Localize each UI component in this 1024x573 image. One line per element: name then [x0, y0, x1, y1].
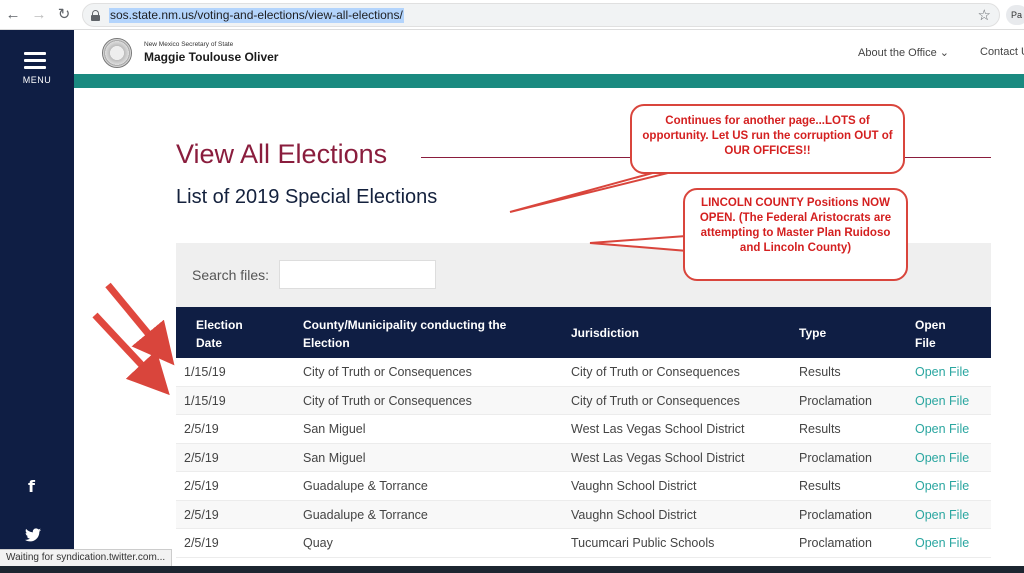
cell-type: Proclamation [799, 536, 872, 550]
header-election-date[interactable]: Election Date [196, 316, 266, 352]
table-row: 2/5/19 Guadalupe & Torrance Vaughn Schoo… [176, 472, 991, 501]
hamburger-icon[interactable] [24, 52, 46, 73]
cell-date: 2/5/19 [184, 479, 219, 493]
open-file-link[interactable]: Open File [915, 536, 969, 550]
nav-contact[interactable]: Contact U [980, 46, 1024, 58]
bookmark-star-icon[interactable]: ☆ [978, 6, 991, 24]
arrow-row-1 [105, 282, 175, 366]
cell-type: Results [799, 365, 841, 379]
cell-date: 1/15/19 [184, 393, 226, 408]
cell-county: City of Truth or Consequences [303, 393, 472, 408]
header-open-file[interactable]: Open File [915, 316, 965, 352]
open-file-link[interactable]: Open File [915, 479, 969, 493]
cell-jurisdiction: Tucumcari Public Schools [571, 536, 715, 550]
address-bar[interactable]: sos.state.nm.us/voting-and-elections/vie… [82, 3, 1000, 27]
office-holder-name[interactable]: Maggie Toulouse Oliver [144, 50, 278, 64]
cell-county: City of Truth or Consequences [303, 365, 472, 379]
header-jurisdiction[interactable]: Jurisdiction [571, 324, 639, 342]
lock-icon [91, 10, 100, 21]
state-seal-logo[interactable] [102, 38, 132, 68]
cell-jurisdiction: Vaughn School District [571, 479, 697, 493]
side-menu-bar: MENU f [0, 30, 74, 573]
annotation-callout-1: Continues for another page...LOTS of opp… [630, 104, 905, 174]
header-accent-band [74, 74, 1024, 88]
header-county[interactable]: County/Municipality conducting the Elect… [303, 316, 543, 352]
cell-date: 2/5/19 [184, 536, 219, 550]
open-file-link[interactable]: Open File [915, 365, 969, 379]
cell-date: 2/5/19 [184, 422, 219, 436]
search-files-input[interactable] [279, 260, 436, 289]
cell-date: 1/15/19 [184, 365, 226, 379]
cell-county: Quay [303, 536, 333, 550]
cell-type: Proclamation [799, 393, 872, 408]
twitter-icon[interactable] [25, 528, 41, 542]
cell-type: Results [799, 422, 841, 436]
cell-type: Results [799, 479, 841, 493]
page-title: View All Elections [176, 139, 388, 169]
cell-jurisdiction: City of Truth or Consequences [571, 365, 740, 379]
cell-date: 2/5/19 [184, 507, 219, 522]
table-row: 2/5/19 San Miguel West Las Vegas School … [176, 415, 991, 444]
open-file-link[interactable]: Open File [915, 451, 969, 465]
table-row: 1/15/19 City of Truth or Consequences Ci… [176, 358, 991, 387]
cell-date: 2/5/19 [184, 450, 219, 465]
table-row: 2/5/19 San Miguel West Las Vegas School … [176, 443, 991, 472]
cell-jurisdiction: City of Truth or Consequences [571, 393, 740, 408]
site-header: New Mexico Secretary of State Maggie Tou… [74, 30, 1024, 74]
open-file-link[interactable]: Open File [915, 394, 969, 408]
os-taskbar [0, 566, 1024, 573]
browser-status-bar: Waiting for syndication.twitter.com... [0, 549, 173, 567]
browser-toolbar: ← → ↻ sos.state.nm.us/voting-and-electio… [0, 0, 1024, 30]
cell-jurisdiction: Vaughn School District [571, 507, 697, 522]
table-header: Election Date County/Municipality conduc… [176, 307, 991, 358]
office-title-small: New Mexico Secretary of State [144, 41, 234, 48]
cell-county: Guadalupe & Torrance [303, 479, 428, 493]
table-row: 1/15/19 City of Truth or Consequences Ci… [176, 386, 991, 415]
forward-icon[interactable]: → [30, 6, 48, 24]
cell-type: Proclamation [799, 507, 872, 522]
cell-county: San Miguel [303, 422, 366, 436]
menu-label[interactable]: MENU [0, 75, 74, 85]
cell-county: San Miguel [303, 450, 366, 465]
table-row: 2/5/19 Quay Tucumcari Public Schools Pro… [176, 529, 991, 558]
elections-table: Election Date County/Municipality conduc… [176, 307, 991, 558]
cell-county: Guadalupe & Torrance [303, 507, 428, 522]
profile-button[interactable]: Pa [1006, 5, 1024, 25]
open-file-link[interactable]: Open File [915, 508, 969, 522]
annotation-callout-2: LINCOLN COUNTY Positions NOW OPEN. (The … [683, 188, 908, 281]
url-text[interactable]: sos.state.nm.us/voting-and-elections/vie… [109, 8, 404, 23]
back-icon[interactable]: ← [4, 6, 22, 24]
table-body: 1/15/19 City of Truth or Consequences Ci… [176, 358, 991, 558]
search-label: Search files: [192, 267, 270, 283]
open-file-link[interactable]: Open File [915, 422, 969, 436]
reload-icon[interactable]: ↻ [55, 6, 73, 24]
table-row: 2/5/19 Guadalupe & Torrance Vaughn Schoo… [176, 500, 991, 529]
cell-jurisdiction: West Las Vegas School District [571, 422, 745, 436]
cell-jurisdiction: West Las Vegas School District [571, 450, 745, 465]
arrow-row-2 [92, 312, 170, 396]
nav-about-the-office[interactable]: About the Office ⌄ [858, 46, 949, 59]
page-subtitle: List of 2019 Special Elections [176, 186, 438, 208]
header-type[interactable]: Type [799, 324, 826, 342]
facebook-icon[interactable]: f [28, 477, 35, 496]
cell-type: Proclamation [799, 450, 872, 465]
